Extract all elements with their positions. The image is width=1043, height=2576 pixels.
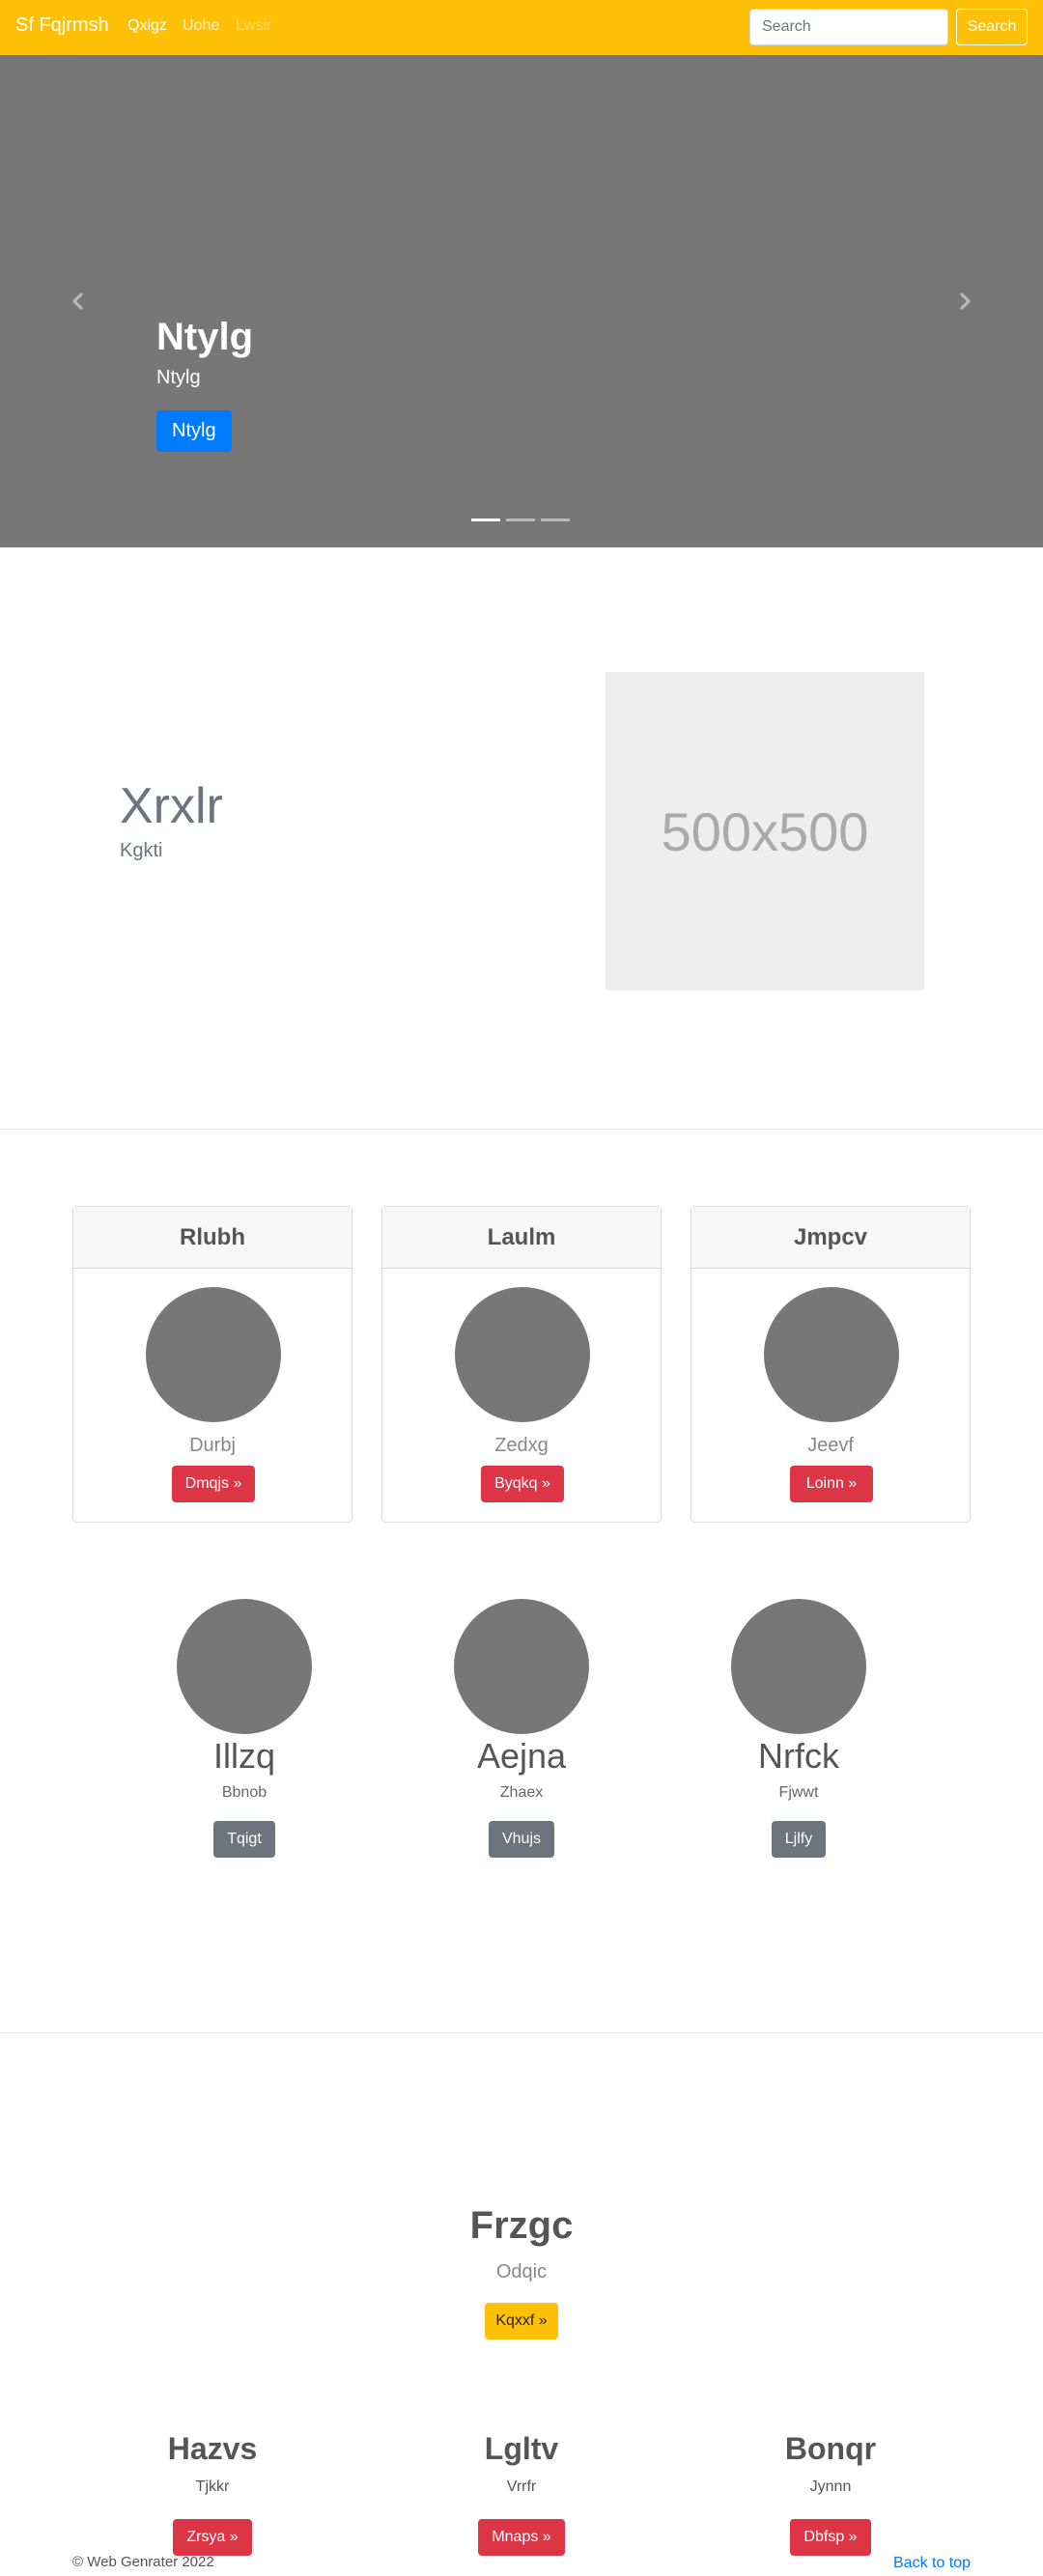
card-image (764, 1287, 899, 1422)
card-header: Rlubh (73, 1207, 352, 1269)
marketing-item-1: Illzq Bbnob Tqigt (148, 1599, 341, 1858)
carousel-button[interactable]: Ntylg (156, 410, 232, 452)
nav-link-3: Lwsir (236, 17, 272, 34)
carousel-text: Ntylg (156, 367, 201, 388)
column-button[interactable]: Zrsya » (173, 2519, 252, 2556)
column-button[interactable]: Dbfsp » (790, 2519, 871, 2556)
search-button[interactable]: Search (956, 9, 1028, 45)
marketing-text: Bbnob (221, 1784, 268, 1801)
hero-carousel: Ntylg Ntylg Ntylg (0, 55, 1043, 547)
search-input[interactable] (749, 9, 948, 45)
marketing-image (177, 1599, 312, 1734)
carousel-next-icon[interactable] (950, 287, 979, 316)
column-text: Tjkkr (195, 2478, 230, 2495)
card-text: Zedxg (494, 1435, 549, 1456)
column-text: Vrrfr (506, 2478, 537, 2495)
nav-link-2[interactable]: Uohe (183, 17, 219, 35)
carousel-indicator-3[interactable] (541, 518, 570, 521)
card-header: Laulm (382, 1207, 661, 1269)
marketing-title: Nrfck (758, 1736, 839, 1776)
card-2: Laulm Zedxg Byqkq » (381, 1206, 662, 1523)
card-button[interactable]: Byqkq » (481, 1466, 564, 1502)
marketing-text: Fjwwt (778, 1784, 819, 1801)
back-to-top-link[interactable]: Back to top (893, 2555, 971, 2572)
navbar-brand[interactable]: Sf Fqjrmsh (15, 14, 109, 37)
jumbotron-button[interactable]: Kqxxf » (485, 2303, 558, 2339)
marketing-button[interactable]: Vhujs (488, 1821, 555, 1858)
jumbotron-subtitle: Odqic (495, 2261, 548, 2282)
column-2: Lgltv Vrrfr Mnaps » (381, 2431, 662, 2556)
carousel-prev-icon[interactable] (64, 287, 93, 316)
marketing-title: Aejna (476, 1736, 567, 1776)
carousel-indicators (471, 518, 570, 521)
marketing-button[interactable]: Tqigt (213, 1821, 275, 1858)
column-title: Lgltv (484, 2431, 559, 2466)
section-divider (0, 1129, 1043, 1130)
marketing-image (454, 1599, 589, 1734)
jumbotron-title: Frzgc (469, 2204, 574, 2247)
marketing-item-3: Nrfck Fjwwt Ljlfy (702, 1599, 895, 1858)
marketing-item-2: Aejna Zhaex Vhujs (425, 1599, 618, 1858)
column-1: Hazvs Tjkkr Zrsya » (72, 2431, 352, 2556)
footer-copyright: © Web Genrater 2022 (72, 2554, 214, 2570)
card-1: Rlubh Durbj Dmqjs » (72, 1206, 352, 1523)
carousel-title: Ntylg (156, 316, 253, 358)
card-3: Jmpcv Jeevf Loinn » (691, 1206, 971, 1523)
card-header: Jmpcv (691, 1207, 970, 1269)
carousel-indicator-2[interactable] (506, 518, 535, 521)
carousel-caption: Ntylg Ntylg Ntylg (156, 316, 253, 452)
nav-link-1[interactable]: Qxigz (127, 17, 167, 35)
card-image (455, 1287, 590, 1422)
marketing-image (731, 1599, 866, 1734)
featurette-title: Xrxlr (120, 778, 223, 834)
card-text: Durbj (189, 1435, 236, 1456)
column-button[interactable]: Mnaps » (478, 2519, 565, 2556)
carousel-indicator-1[interactable] (471, 518, 500, 521)
marketing-button[interactable]: Ljlfy (771, 1821, 827, 1858)
section-divider (0, 2032, 1043, 2033)
card-text: Jeevf (807, 1435, 854, 1456)
placeholder-image-label: 500x500 (661, 800, 869, 862)
card-button[interactable]: Loinn » (790, 1466, 873, 1502)
column-title: Bonqr (784, 2431, 877, 2466)
placeholder-image: 500x500 (606, 672, 924, 991)
marketing-text: Zhaex (499, 1784, 544, 1801)
column-3: Bonqr Jynnn Dbfsp » (691, 2431, 971, 2556)
card-button[interactable]: Dmqjs » (172, 1466, 255, 1502)
featurette-subtitle: Kgkti (120, 840, 163, 861)
marketing-title: Illzq (212, 1736, 276, 1776)
column-title: Hazvs (167, 2431, 258, 2466)
card-image (146, 1287, 281, 1422)
column-text: Jynnn (809, 2478, 852, 2495)
top-navbar: Sf Fqjrmsh Qxigz Uohe Lwsir Search (0, 0, 1043, 55)
